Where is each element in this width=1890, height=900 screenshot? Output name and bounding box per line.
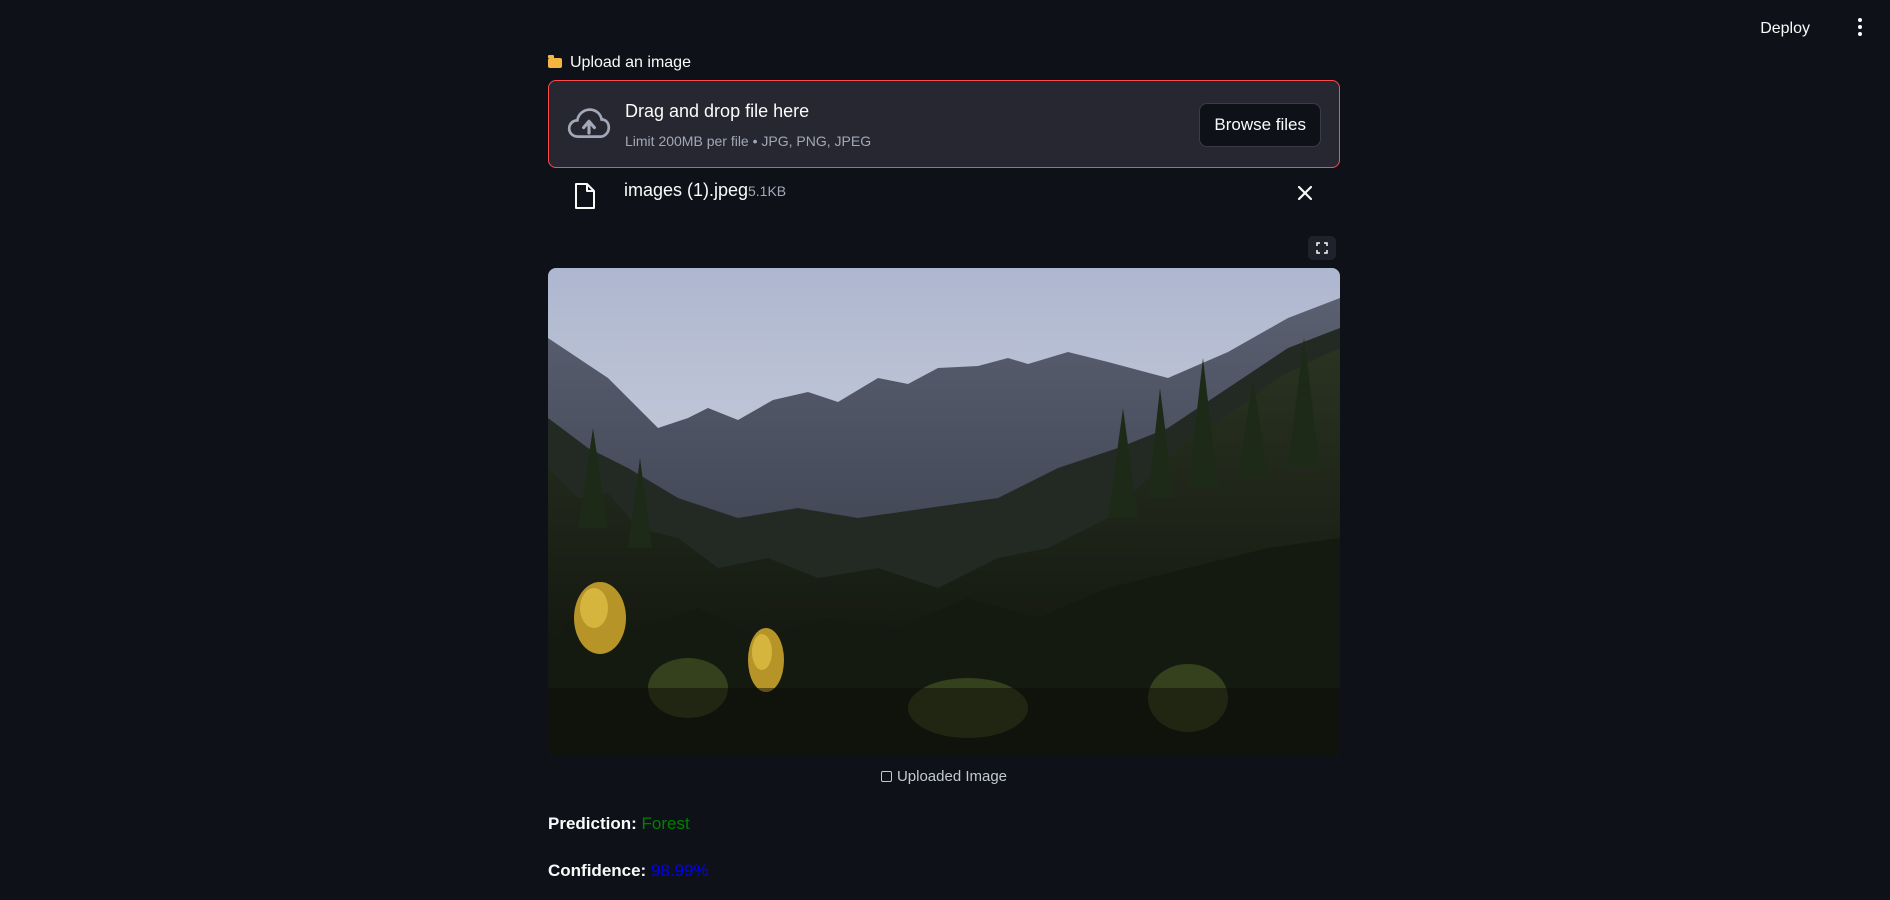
uploader-label: Upload an image [548, 52, 1340, 74]
fullscreen-icon [1316, 242, 1328, 254]
prediction-line: Prediction: Forest [548, 814, 690, 834]
close-icon[interactable] [1296, 184, 1314, 202]
app-header: Deploy [0, 0, 1890, 60]
folder-icon [548, 55, 562, 68]
confidence-label: Confidence: [548, 861, 647, 880]
uploader-label-text: Upload an image [570, 54, 691, 71]
file-icon [575, 183, 595, 209]
dropzone-subtitle: Limit 200MB per file • JPG, PNG, JPEG [625, 133, 872, 149]
confidence-value: 98.99% [650, 861, 709, 880]
fullscreen-button[interactable] [1308, 236, 1336, 260]
cloud-upload-icon [567, 108, 611, 138]
file-dropzone[interactable]: Drag and drop file here Limit 200MB per … [548, 80, 1340, 168]
prediction-value: Forest [641, 814, 690, 833]
prediction-label: Prediction: [548, 814, 637, 833]
deploy-button[interactable]: Deploy [1752, 14, 1818, 44]
confidence-line: Confidence: 98.99% [548, 861, 709, 881]
file-size: 5.1KB [748, 183, 787, 199]
more-options-icon[interactable] [1852, 18, 1868, 42]
main-content: Upload an image Drag and drop file here … [548, 52, 1340, 880]
frame-icon [880, 771, 892, 782]
uploaded-image [548, 268, 1340, 756]
uploaded-file-row: images (1).jpeg 5.1KB [548, 168, 1340, 238]
file-name: images (1).jpeg [624, 180, 749, 200]
dropzone-title: Drag and drop file here [625, 101, 810, 121]
image-caption: Uploaded Image [548, 768, 1340, 785]
browse-files-button[interactable]: Browse files [1199, 103, 1321, 147]
caption-text: Uploaded Image [896, 768, 1008, 785]
